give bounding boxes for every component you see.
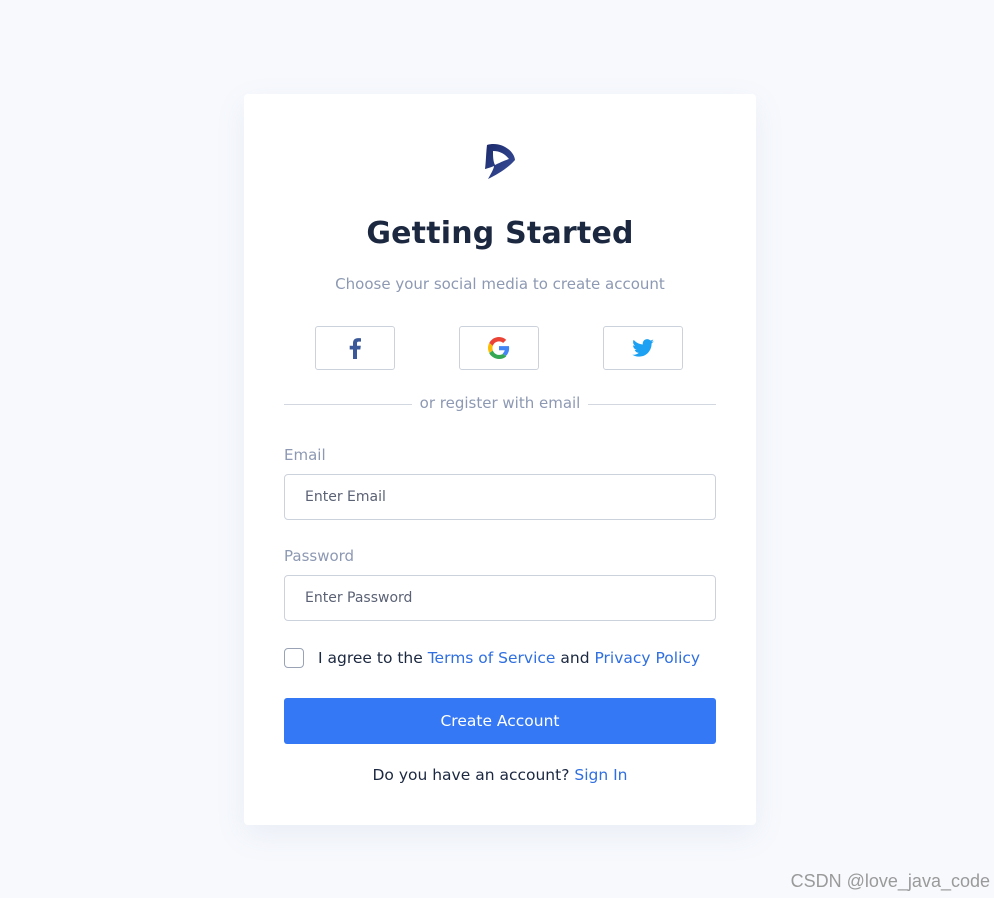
privacy-policy-link[interactable]: Privacy Policy bbox=[594, 649, 700, 667]
email-field[interactable] bbox=[284, 474, 716, 520]
twitter-signup-button[interactable] bbox=[603, 326, 683, 370]
page-subtitle: Choose your social media to create accou… bbox=[335, 275, 665, 293]
agree-checkbox[interactable] bbox=[284, 648, 304, 668]
agree-text: I agree to the Terms of Service and Priv… bbox=[318, 648, 700, 668]
google-signup-button[interactable] bbox=[459, 326, 539, 370]
divider-line-right bbox=[588, 404, 716, 405]
google-icon bbox=[488, 337, 510, 359]
signin-row: Do you have an account? Sign In bbox=[244, 765, 756, 785]
agree-prefix: I agree to the bbox=[318, 649, 428, 667]
create-account-button[interactable]: Create Account bbox=[284, 698, 716, 744]
watermark: CSDN @love_java_code bbox=[790, 871, 990, 891]
password-label: Password bbox=[284, 547, 355, 565]
agree-conjunction: and bbox=[555, 649, 595, 667]
signin-prompt: Do you have an account? bbox=[372, 766, 575, 784]
email-label: Email bbox=[284, 446, 326, 464]
brand-d-logo-icon bbox=[482, 142, 520, 182]
facebook-icon bbox=[349, 338, 361, 359]
signup-card: Getting Started Choose your social media… bbox=[244, 94, 756, 825]
terms-of-service-link[interactable]: Terms of Service bbox=[428, 649, 556, 667]
password-field[interactable] bbox=[284, 575, 716, 621]
twitter-icon bbox=[632, 339, 654, 357]
sign-in-link[interactable]: Sign In bbox=[574, 766, 627, 784]
divider-text: or register with email bbox=[419, 394, 581, 412]
page-title: Getting Started bbox=[366, 216, 634, 251]
facebook-signup-button[interactable] bbox=[315, 326, 395, 370]
